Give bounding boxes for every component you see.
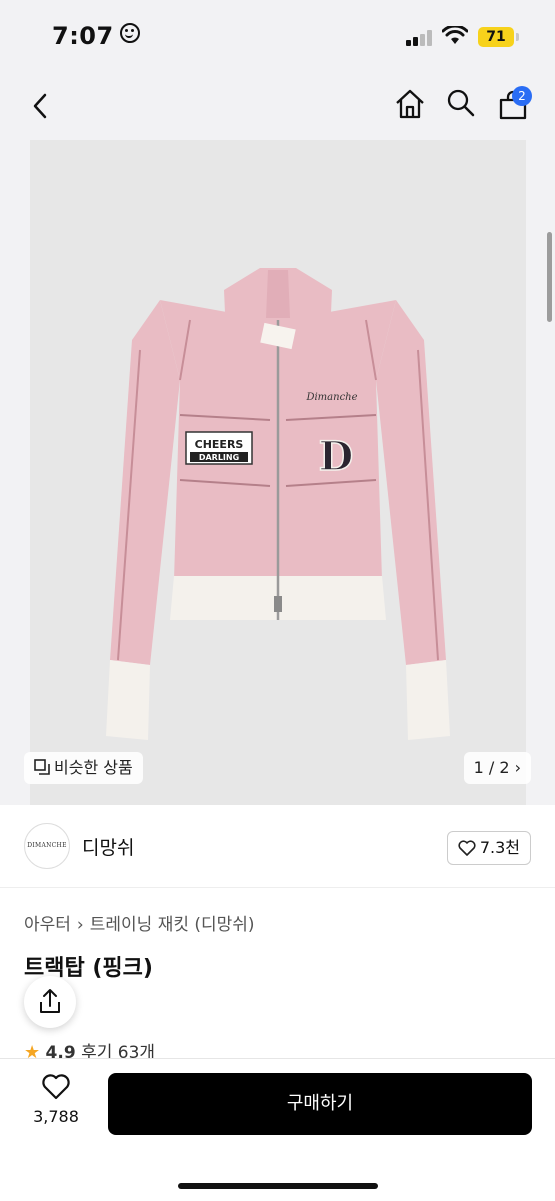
patch-text-1: CHEERS bbox=[195, 438, 244, 451]
search-icon[interactable] bbox=[446, 88, 476, 118]
share-icon bbox=[40, 989, 60, 1013]
breadcrumb: 아우터 › 트레이닝 재킷 (디망쉬) bbox=[24, 910, 255, 935]
shop-like-button[interactable]: 7.3천 bbox=[446, 831, 531, 865]
wishlist-count: 3,788 bbox=[33, 1107, 79, 1126]
shop-row[interactable]: DIMANCHE 디망쉬 7.3천 bbox=[0, 805, 555, 888]
wishlist-button[interactable]: 3,788 bbox=[24, 1073, 88, 1126]
status-bar: 7:07 71 bbox=[0, 0, 555, 72]
status-time: 7:07 bbox=[52, 22, 140, 50]
product-gallery[interactable]: CHEERS DARLING D Dimanche bbox=[0, 140, 555, 805]
share-button[interactable] bbox=[24, 976, 76, 1028]
cart-badge: 2 bbox=[512, 86, 532, 106]
similar-label: 비슷한 상품 bbox=[54, 758, 133, 777]
smile-icon bbox=[119, 23, 140, 43]
battery-indicator: 71 bbox=[478, 27, 519, 47]
patch-text-2: DARLING bbox=[199, 453, 239, 462]
shop-logo[interactable]: DIMANCHE bbox=[24, 823, 70, 869]
buy-button[interactable]: 구매하기 bbox=[108, 1073, 532, 1135]
breadcrumb-item[interactable]: 트레이닝 재킷 (디망쉬) bbox=[90, 915, 255, 935]
heart-icon bbox=[458, 840, 476, 856]
bottom-bar: 3,788 구매하기 bbox=[0, 1058, 555, 1201]
pager-text: 1 / 2 bbox=[473, 758, 510, 777]
signal-icon bbox=[406, 30, 434, 46]
similar-products-button[interactable]: 비슷한 상품 bbox=[24, 752, 143, 784]
copy-icon bbox=[34, 759, 50, 775]
home-icon[interactable] bbox=[394, 88, 426, 120]
chevron-right-icon: › bbox=[514, 758, 521, 777]
script-embroidery: Dimanche bbox=[305, 392, 357, 403]
letter-patch: D bbox=[319, 433, 354, 480]
jacket-illustration: CHEERS DARLING D Dimanche bbox=[106, 268, 450, 740]
shop-like-count: 7.3천 bbox=[479, 838, 520, 857]
product-photo[interactable]: CHEERS DARLING D Dimanche bbox=[30, 140, 526, 805]
shop-name[interactable]: 디망쉬 bbox=[82, 833, 134, 860]
home-indicator bbox=[178, 1183, 378, 1189]
heart-icon bbox=[42, 1074, 70, 1100]
back-icon[interactable] bbox=[30, 92, 50, 120]
chevron-right-icon: › bbox=[76, 915, 84, 935]
image-pager[interactable]: 1 / 2 › bbox=[463, 752, 531, 784]
breadcrumb-item[interactable]: 아우터 bbox=[24, 915, 71, 935]
top-nav bbox=[0, 72, 555, 140]
scrollbar[interactable] bbox=[547, 232, 552, 322]
wifi-icon bbox=[442, 26, 468, 44]
